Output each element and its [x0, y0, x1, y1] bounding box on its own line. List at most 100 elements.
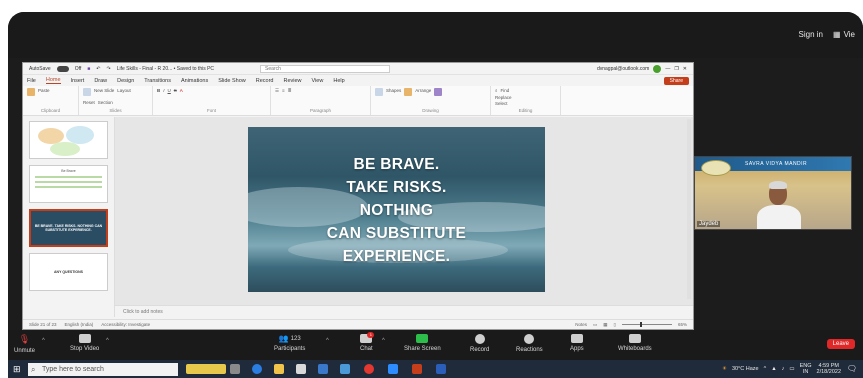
volume-icon[interactable]: ♪	[782, 366, 785, 372]
mail-icon[interactable]	[318, 364, 328, 374]
reactions-label: Reactions	[516, 347, 543, 353]
chevron-up-icon[interactable]: ^	[106, 338, 109, 344]
strike-icon[interactable]: S	[174, 88, 177, 93]
slide-thumbnail[interactable]: ANY QUESTIONS	[29, 253, 108, 291]
whiteboards-button[interactable]: Whiteboards	[618, 334, 652, 352]
redo-icon[interactable]: ↷	[107, 66, 111, 72]
menu-file[interactable]: File	[27, 78, 36, 84]
sorter-view-icon[interactable]: ▦	[603, 322, 607, 328]
menu-record[interactable]: Record	[256, 78, 274, 84]
powerpoint-icon[interactable]	[412, 364, 422, 374]
chevron-up-icon[interactable]: ^	[764, 366, 767, 372]
menu-draw[interactable]: Draw	[94, 78, 107, 84]
normal-view-icon[interactable]: ▭	[593, 322, 597, 328]
battery-icon[interactable]: ▭	[789, 366, 794, 372]
italic-icon[interactable]: I	[163, 88, 164, 93]
store-icon[interactable]	[296, 364, 306, 374]
chevron-up-icon[interactable]: ^	[326, 338, 329, 344]
shapes-label: Shapes	[386, 88, 402, 93]
menu-design[interactable]: Design	[117, 78, 134, 84]
slide-thumbnail[interactable]: Be Brave	[29, 165, 108, 203]
zoom-app-icon[interactable]	[340, 364, 350, 374]
edge-icon[interactable]	[252, 364, 262, 374]
unmute-button[interactable]: 🎙 Unmute	[14, 334, 35, 354]
menu-help[interactable]: Help	[333, 78, 344, 84]
arrange-icon[interactable]	[404, 88, 413, 96]
signin-link[interactable]: Sign in	[799, 30, 823, 39]
numbering-icon[interactable]: ≡	[282, 88, 285, 94]
quick-styles-icon[interactable]	[434, 88, 443, 96]
task-view-icon[interactable]	[230, 364, 240, 374]
new-slide-icon[interactable]	[83, 88, 91, 96]
clock[interactable]: 4:59 PM 2/18/2022	[817, 363, 841, 375]
menu-animations[interactable]: Animations	[181, 78, 208, 84]
leave-button[interactable]: Leave	[826, 339, 855, 349]
view-button[interactable]: ▦ Vie	[833, 30, 855, 39]
save-icon[interactable]: ■	[87, 66, 90, 72]
current-slide[interactable]: BE BRAVE. TAKE RISKS. NOTHING CAN SUBSTI…	[248, 127, 545, 292]
avatar[interactable]	[653, 64, 662, 73]
menu-view[interactable]: View	[312, 78, 324, 84]
weather-icon[interactable]: ☀	[722, 366, 727, 372]
reactions-button[interactable]: Reactions	[516, 334, 543, 353]
ppt-search-input[interactable]: Search	[260, 64, 391, 73]
apps-button[interactable]: Apps	[570, 334, 584, 352]
find-label[interactable]: Find	[501, 88, 510, 93]
zoom-slider[interactable]	[621, 322, 672, 327]
share-button[interactable]: Share	[663, 76, 689, 85]
ppt-menu-bar: File Home Insert Draw Design Transitions…	[23, 75, 693, 86]
section-label[interactable]: Section	[98, 100, 113, 105]
video-camera-icon	[78, 334, 91, 343]
slide-thumbnail-selected[interactable]: BE BRAVE. TAKE RISKS. NOTHING CAN SUBSTI…	[29, 209, 108, 247]
menu-home[interactable]: Home	[45, 77, 61, 84]
replace-label[interactable]: Replace	[495, 95, 512, 100]
file-explorer-icon[interactable]	[274, 364, 284, 374]
chevron-up-icon[interactable]: ^	[382, 338, 385, 344]
select-label[interactable]: Select	[495, 101, 508, 106]
menu-slideshow[interactable]: Slide Show	[218, 78, 246, 84]
underline-icon[interactable]: U	[168, 88, 171, 93]
vertical-scrollbar[interactable]	[687, 119, 691, 299]
restore-icon[interactable]: ❐	[674, 66, 678, 72]
windows-start-icon[interactable]: ⊞	[13, 364, 21, 375]
notes-pane[interactable]: Click to add notes	[115, 305, 693, 317]
network-icon[interactable]: ▲	[771, 366, 776, 372]
layout-label[interactable]: Layout	[117, 88, 131, 96]
chat-icon: 1	[360, 332, 375, 343]
slide-thumbnail[interactable]	[29, 121, 108, 159]
menu-review[interactable]: Review	[283, 78, 301, 84]
record-button[interactable]: Record	[470, 334, 489, 353]
participants-button[interactable]: 👥 123 Participants	[274, 334, 305, 352]
font-color-icon[interactable]: A	[180, 88, 183, 93]
menu-insert[interactable]: Insert	[71, 78, 85, 84]
word-icon[interactable]	[436, 364, 446, 374]
language-indicator[interactable]: ENG IN	[800, 363, 812, 375]
undo-icon[interactable]: ↶	[96, 66, 100, 72]
paste-icon[interactable]	[27, 88, 35, 96]
school-logo	[701, 160, 731, 176]
accessibility-status[interactable]: Accessibility: Investigate	[101, 322, 150, 327]
bold-icon[interactable]: B	[157, 88, 160, 93]
find-icon[interactable]: ⌕	[495, 88, 498, 93]
bullets-icon[interactable]: ☰	[275, 88, 279, 94]
shapes-icon[interactable]	[375, 88, 383, 96]
reading-view-icon[interactable]: ▯	[614, 322, 616, 328]
minimize-icon[interactable]: —	[665, 66, 670, 72]
share-screen-button[interactable]: Share Screen	[404, 334, 441, 352]
notification-icon[interactable]: 🗨	[847, 364, 857, 373]
chrome-icon[interactable]	[364, 364, 374, 374]
notes-button[interactable]: Notes	[575, 322, 587, 327]
autosave-toggle[interactable]	[56, 65, 69, 72]
chevron-up-icon[interactable]: ^	[42, 338, 45, 344]
reset-label[interactable]: Reset	[83, 100, 95, 105]
stop-video-button[interactable]: Stop Video	[70, 334, 99, 352]
chat-button[interactable]: 1 Chat	[360, 332, 375, 352]
weather-text[interactable]: 30°C Haze	[732, 366, 759, 372]
zoom-meeting-icon[interactable]	[388, 364, 398, 374]
menu-transitions[interactable]: Transitions	[144, 78, 171, 84]
search-highlight-icon[interactable]	[186, 364, 226, 374]
close-icon[interactable]: ✕	[683, 66, 687, 72]
taskbar-search-input[interactable]: Type here to search	[28, 363, 178, 376]
participant-video[interactable]: SAVRA VIDYA MANDIR Jaydeb	[694, 156, 852, 230]
align-left-icon[interactable]: ≣	[288, 88, 292, 94]
